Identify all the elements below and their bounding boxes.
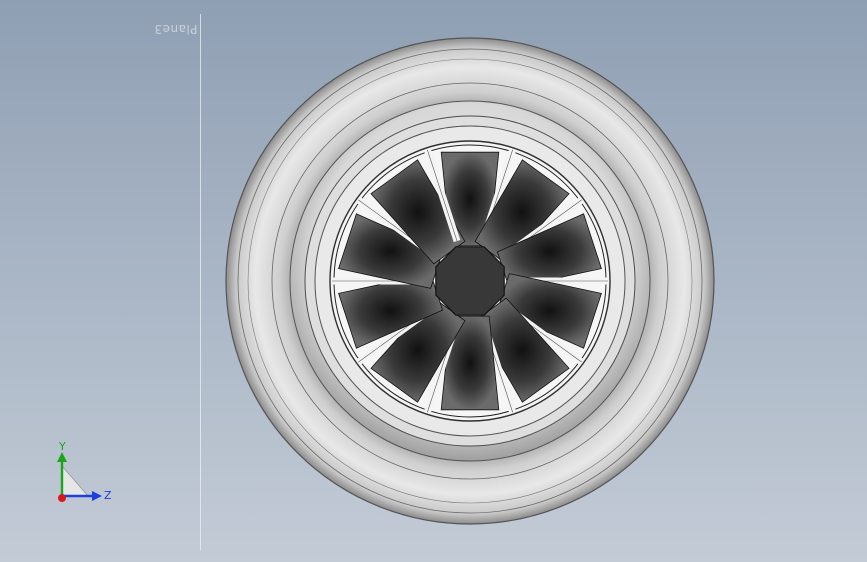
- z-axis-label: Z: [104, 489, 112, 502]
- y-axis-label: Y: [58, 440, 66, 453]
- orientation-triad[interactable]: Y Z: [48, 438, 118, 510]
- graphics-viewport[interactable]: Plane3 Y Z: [0, 0, 867, 562]
- wheel-model[interactable]: [0, 0, 867, 562]
- hub[interactable]: [435, 246, 505, 316]
- triad-icon: [57, 452, 102, 502]
